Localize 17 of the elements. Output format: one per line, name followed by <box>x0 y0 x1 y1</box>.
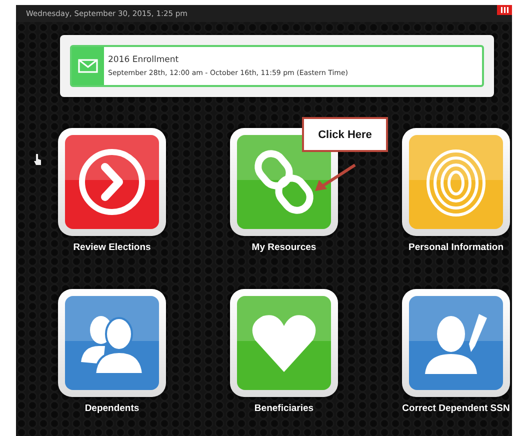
tile-label: My Resources <box>252 242 316 253</box>
hand-cursor-icon <box>34 154 41 165</box>
tile-label: Beneficiaries <box>254 403 314 414</box>
menu-tile[interactable] <box>58 289 166 397</box>
menu-tile[interactable] <box>230 289 338 397</box>
tile-label: Personal Information <box>408 242 504 253</box>
tile-label: Correct Dependent SSN <box>402 403 510 414</box>
menu-tile[interactable] <box>402 128 510 236</box>
menu-tile[interactable] <box>58 128 166 236</box>
arrow <box>315 164 356 191</box>
arrow-circle-icon <box>77 147 147 217</box>
tile-label: Dependents <box>84 403 140 414</box>
envelope-icon <box>78 59 98 73</box>
tile-label: Review Elections <box>73 242 151 253</box>
menu-tile[interactable] <box>402 289 510 397</box>
notice-title: 2016 Enrollment <box>108 55 180 65</box>
callout-box: Click Here <box>302 117 388 152</box>
